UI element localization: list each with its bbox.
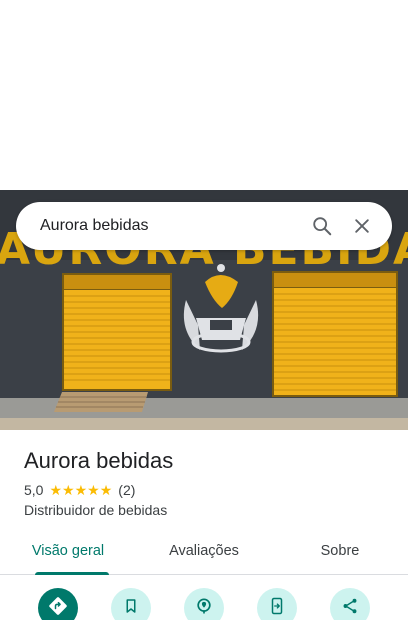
place-title: Aurora bebidas	[24, 448, 174, 473]
place-info: Aurora bebidas 5,0 ★ ★ ★ ★ ★ (2) Distrib…	[24, 446, 394, 518]
active-tab-indicator	[35, 572, 109, 575]
star-icon: ★	[74, 482, 88, 498]
directions-icon	[48, 596, 68, 620]
star-icon: ★	[99, 482, 113, 498]
rating-value: 5,0	[24, 482, 44, 498]
save-button[interactable]	[111, 588, 151, 620]
star-icon: ★	[87, 482, 100, 498]
close-icon[interactable]	[342, 206, 382, 246]
tab-label: Avaliações	[169, 543, 239, 559]
bookmark-icon	[122, 597, 140, 620]
nearby-button[interactable]	[184, 588, 224, 620]
map-blank-area	[0, 0, 408, 190]
directions-button[interactable]	[38, 588, 78, 620]
star-icon: ★	[62, 482, 75, 498]
star-icon: ★	[49, 482, 63, 498]
search-input[interactable]: Aurora bebidas	[40, 217, 302, 235]
share-button[interactable]	[330, 588, 370, 620]
search-bar[interactable]: Aurora bebidas	[16, 202, 392, 250]
place-tabs: Visão geral Avaliações Sobre	[0, 528, 408, 575]
tab-overview[interactable]: Visão geral	[0, 528, 136, 575]
send-to-phone-button[interactable]	[257, 588, 297, 620]
star-rating: ★ ★ ★ ★ ★	[49, 483, 112, 497]
send-to-phone-icon	[268, 597, 286, 620]
nearby-icon	[194, 596, 214, 620]
tab-label: Sobre	[320, 543, 360, 559]
tab-reviews[interactable]: Avaliações	[136, 528, 272, 574]
rating-row[interactable]: 5,0 ★ ★ ★ ★ ★ (2)	[24, 482, 394, 498]
action-buttons	[0, 588, 408, 620]
share-icon	[341, 597, 359, 620]
search-icon[interactable]	[302, 206, 342, 246]
place-category: Distribuidor de bebidas	[24, 502, 168, 518]
tab-label: Visão geral	[31, 543, 105, 559]
tab-about[interactable]: Sobre	[272, 528, 408, 574]
review-count[interactable]: (2)	[118, 482, 135, 498]
